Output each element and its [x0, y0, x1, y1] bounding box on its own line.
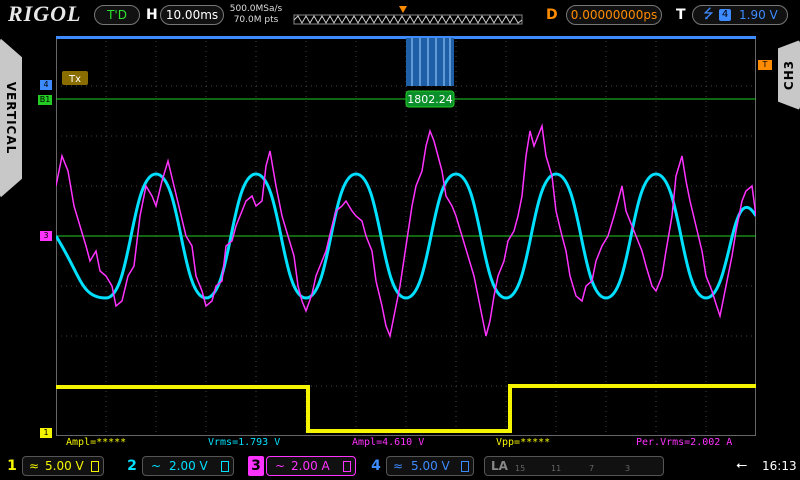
ch4-marker[interactable]: 4 — [40, 80, 52, 90]
la-group-3: 3 — [625, 464, 631, 473]
measurement-bar: Ampl=***** Vrms=1.793 V Ampl=4.610 V Vpp… — [56, 437, 756, 449]
bus-b1-marker[interactable]: B1 — [38, 95, 52, 105]
trigger-level-marker[interactable]: T — [758, 60, 772, 70]
ch3-marker[interactable]: 3 — [40, 231, 52, 241]
ch1-scale: 5.00 V — [45, 459, 84, 473]
la-group-11: 11 — [551, 464, 562, 473]
ch2-settings[interactable]: ~ 2.00 V — [142, 456, 234, 476]
ch2-number[interactable]: 2 — [124, 456, 140, 476]
ch1-marker[interactable]: 1 — [40, 428, 52, 438]
timebase-label: H — [146, 7, 158, 23]
measurement-ch2-vrms[interactable]: Vrms=1.793 V — [208, 437, 280, 448]
delay-value[interactable]: 0.00000000ps — [566, 5, 662, 25]
delay-label: D — [546, 7, 558, 23]
ch3-number[interactable]: 3 — [248, 456, 264, 476]
ch3-tab-label: CH3 — [782, 59, 796, 91]
vertical-tab[interactable]: VERTICAL — [0, 38, 22, 198]
usb-icon: ⭠ — [736, 457, 748, 473]
ch3-scale: 2.00 A — [291, 459, 330, 473]
vertical-tab-label: VERTICAL — [4, 81, 18, 155]
trigger-settings[interactable]: ⭍ 4 1.90 V — [692, 5, 788, 25]
ch3-tab[interactable]: CH3 — [778, 40, 800, 110]
la-group-15: 15 — [515, 464, 526, 473]
measurement-ch1-vpp[interactable]: Vpp=***** — [496, 437, 550, 448]
memory-waveform — [293, 14, 523, 25]
ch3-coupling-icon: ~ — [275, 459, 286, 473]
trigger-level: 1.90 V — [739, 8, 778, 22]
ch3-settings[interactable]: ~ 2.00 A — [266, 456, 356, 476]
ch1-settings[interactable]: ≈ 5.00 V — [22, 456, 104, 476]
la-label: LA — [491, 459, 508, 473]
ch1-number[interactable]: 1 — [4, 456, 20, 476]
memory-depth: 70.0M pts — [233, 15, 279, 25]
ch4-settings[interactable]: ≈ 5.00 V — [386, 456, 474, 476]
timebase-value[interactable]: 10.00ms — [160, 5, 224, 25]
bottom-bar: 1 ≈ 5.00 V 2 ~ 2.00 V 3 ~ 2.00 A 4 ≈ 5.0… — [0, 452, 800, 480]
top-bar: RIGOL T'D H 10.00ms 500.0MSa/s 70.0M pts… — [0, 0, 800, 30]
sample-rate: 500.0MSa/s — [229, 4, 283, 14]
ch4-battery-icon — [461, 461, 469, 472]
ch4-number[interactable]: 4 — [368, 456, 384, 476]
trigger-status-badge[interactable]: T'D — [94, 5, 140, 25]
tx-label: Tx — [68, 74, 81, 85]
trigger-edge-icon: ⭍ — [703, 7, 714, 22]
waveform-display[interactable]: 1802.24 Tx — [56, 36, 756, 436]
ch2-battery-icon — [221, 461, 229, 472]
ch2-coupling-icon: ~ — [151, 459, 162, 473]
bus-burst — [406, 38, 454, 86]
trigger-source-badge: 4 — [719, 9, 731, 21]
ch1-trace — [56, 384, 756, 433]
ch4-scale: 5.00 V — [411, 459, 450, 473]
la-group-7: 7 — [589, 464, 595, 473]
ch1-battery-icon — [91, 461, 99, 472]
measurement-ch3-ampl[interactable]: Ampl=4.610 V — [352, 437, 424, 448]
clock-time: 16:13 — [762, 459, 797, 473]
measurement-ch1-ampl[interactable]: Ampl=***** — [66, 437, 126, 448]
trigger-position-marker — [399, 6, 407, 13]
brand-logo: RIGOL — [8, 1, 82, 26]
ch3-battery-icon — [343, 461, 351, 472]
measurement-ch3-per-vrms[interactable]: Per.Vrms=2.002 A — [636, 437, 732, 448]
la-settings[interactable]: LA 15 11 7 3 — [484, 456, 664, 476]
trigger-label: T — [676, 7, 686, 23]
ch4-coupling-icon: ≈ — [393, 459, 404, 473]
memory-overview-bar[interactable] — [292, 4, 524, 26]
ch1-coupling-icon: ≈ — [29, 459, 40, 473]
ch2-scale: 2.00 V — [169, 459, 208, 473]
decode-value: 1802.24 — [407, 93, 453, 106]
